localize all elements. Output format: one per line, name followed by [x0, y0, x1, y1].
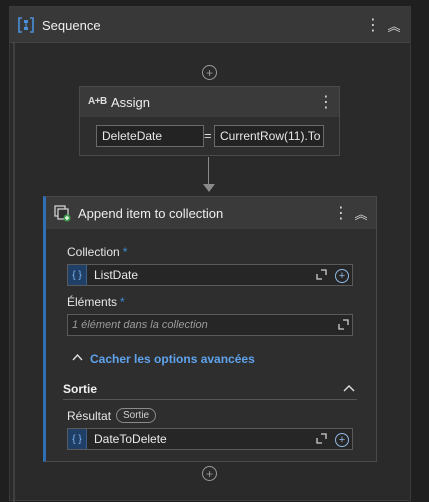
expand-editor-icon[interactable] — [316, 269, 327, 280]
result-input[interactable]: { } DateToDelete + — [67, 428, 353, 450]
connector-line — [208, 157, 209, 186]
assign-menu-icon[interactable]: ⋮ — [317, 92, 335, 112]
sequence-rail — [13, 43, 15, 502]
elements-placeholder: 1 élément dans la collection — [72, 319, 208, 331]
elements-label: Éléments * — [67, 295, 125, 309]
output-badge: Sortie — [116, 408, 157, 423]
expand-editor-icon[interactable] — [338, 319, 349, 330]
variable-brace-icon: { } — [68, 265, 87, 285]
collection-input[interactable]: { } ListDate + — [67, 264, 353, 286]
sequence-menu-icon[interactable]: ⋮ — [364, 15, 382, 35]
hide-advanced-options-link[interactable]: Cacher les options avancées — [90, 352, 255, 366]
result-value: DateToDelete — [94, 432, 167, 446]
assign-title: Assign — [111, 95, 151, 110]
collection-value: ListDate — [94, 268, 139, 282]
append-menu-icon[interactable]: ⋮ — [332, 203, 350, 223]
collection-add-icon[interactable]: + — [335, 269, 349, 283]
expand-editor-icon[interactable] — [316, 433, 327, 444]
required-mark: * — [120, 295, 125, 309]
append-header[interactable]: Append item to collection ⋮ ︽ — [46, 197, 376, 229]
variable-brace-icon: { } — [68, 429, 87, 449]
chevron-up-icon[interactable] — [72, 353, 83, 361]
sequence-icon — [18, 17, 34, 33]
section-divider — [63, 399, 357, 400]
connector-arrow — [203, 184, 215, 192]
assign-icon: A+B — [88, 96, 107, 107]
required-mark: * — [122, 245, 128, 259]
add-activity-top-icon[interactable]: + — [202, 65, 217, 80]
append-collection-icon — [54, 205, 71, 222]
assign-value-field[interactable]: CurrentRow(11).To — [214, 125, 324, 147]
assign-header[interactable]: A+B Assign ⋮ — [80, 87, 339, 117]
append-collapse-icon[interactable]: ︽ — [352, 203, 370, 223]
elements-input[interactable]: 1 élément dans la collection — [67, 314, 353, 336]
sequence-collapse-icon[interactable]: ︽ — [385, 15, 403, 35]
sequence-header[interactable]: Sequence ⋮ ︽ — [10, 7, 410, 43]
assign-activity[interactable]: A+B Assign ⋮ DeleteDate = CurrentRow(11)… — [79, 86, 340, 156]
assign-to-field[interactable]: DeleteDate — [96, 125, 204, 147]
append-title: Append item to collection — [78, 206, 224, 221]
collection-label: Collection * — [67, 245, 128, 259]
add-activity-bottom-icon[interactable]: + — [202, 466, 217, 481]
append-activity[interactable]: Append item to collection ⋮ ︽ Collection… — [43, 196, 377, 462]
output-section-title: Sortie — [63, 382, 98, 396]
result-label: Résultat — [67, 409, 112, 423]
sequence-title: Sequence — [42, 18, 101, 33]
result-add-icon[interactable]: + — [335, 433, 349, 447]
assign-equals: = — [204, 128, 212, 143]
section-collapse-icon[interactable] — [343, 384, 355, 392]
